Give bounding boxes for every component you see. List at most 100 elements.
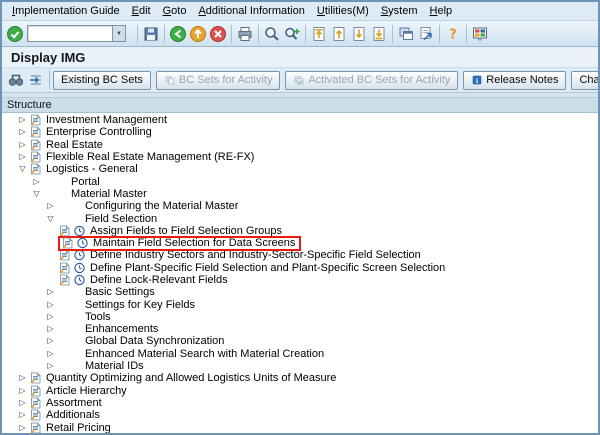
menu-utilities-m[interactable]: Utilities(M) (311, 5, 375, 17)
tree-item-settings-for-key-fields[interactable]: ▷ Settings for Key Fields (2, 298, 598, 311)
svg-text:i: i (476, 76, 478, 85)
tree-item-tools[interactable]: ▷ Tools (2, 311, 598, 323)
tree-item-global-data-synchronization[interactable]: ▷ Global Data Synchronization (2, 335, 598, 347)
tree-item-define-plant-specific-field-selection-and-plant-specific-screen-selection[interactable]: Define Plant-Specific Field Selection an… (2, 262, 598, 274)
tree-item-label: Enhanced Material Search with Material C… (85, 347, 325, 360)
menu-goto[interactable]: Goto (157, 5, 193, 17)
save-button[interactable] (141, 24, 161, 44)
system-toolbar: ▼ ? (2, 21, 598, 47)
tree-item-retail-pricing[interactable]: ▷ Retail Pricing (2, 421, 598, 433)
bc-sets-for-activity-button[interactable]: BC Sets for Activity (155, 70, 281, 90)
expand-arrow-icon[interactable]: ▷ (16, 151, 29, 163)
doc-icon (61, 237, 74, 249)
system-toolbar-icons: ? (134, 24, 490, 44)
tree-item-content: Article Hierarchy (29, 385, 129, 397)
position-button[interactable] (26, 70, 46, 90)
tree-item-basic-settings[interactable]: ▷ Basic Settings (2, 286, 598, 298)
find-next-button[interactable] (282, 24, 302, 44)
expand-arrow-icon[interactable]: ▷ (44, 299, 57, 311)
tree-item-enhanced-material-search-with-material-creation[interactable]: ▷ Enhanced Material Search with Material … (2, 348, 598, 360)
expand-arrow-icon[interactable]: ▷ (44, 348, 57, 360)
back-button[interactable] (168, 24, 188, 44)
tree-item-material-master[interactable]: ▽ Material Master (2, 188, 598, 200)
menu-edit[interactable]: Edit (126, 5, 157, 17)
enter-button[interactable] (5, 24, 25, 44)
tree-item-logistics-general[interactable]: ▽ Logistics - General (2, 163, 598, 175)
expand-arrow-icon[interactable]: ▷ (44, 311, 57, 323)
next-page-button[interactable] (349, 24, 369, 44)
tree-item-label: Settings for Key Fields (85, 298, 196, 311)
expand-arrow-icon[interactable]: ▷ (44, 360, 57, 372)
find-next-icon (283, 25, 301, 43)
tree-item-enterprise-controlling[interactable]: ▷ Enterprise Controlling (2, 126, 598, 138)
expand-arrow-icon[interactable]: ▷ (16, 409, 29, 421)
expand-arrow-icon[interactable]: ▷ (30, 176, 43, 188)
cancel-button[interactable] (208, 24, 228, 44)
release-notes-button[interactable]: i Release Notes (463, 70, 567, 90)
change-log-button[interactable]: Change Log (571, 70, 598, 90)
tree-item-assortment[interactable]: ▷ Assortment (2, 397, 598, 409)
command-field-dropdown-icon[interactable]: ▼ (113, 25, 126, 42)
tree-item-label: Investment Management (46, 114, 168, 127)
tree-item-additionals[interactable]: ▷ Additionals (2, 409, 598, 421)
tree-item-maintain-field-selection-for-data-screens[interactable]: Maintain Field Selection for Data Screen… (2, 235, 598, 251)
expand-arrow-icon[interactable]: ▷ (16, 114, 29, 126)
tree-item-quantity-optimizing-and-allowed-logistics-units-of-measure[interactable]: ▷ Quantity Optimizing and Allowed Logisti… (2, 372, 598, 384)
activity-icon (73, 262, 86, 274)
tree-item-investment-management[interactable]: ▷ Investment Management (2, 114, 598, 126)
prev-page-button[interactable] (329, 24, 349, 44)
expand-arrow-icon[interactable]: ▷ (44, 286, 57, 298)
button-label: Release Notes (486, 74, 559, 86)
tree-item-content: Enhancements (57, 323, 160, 335)
menu-implementation-guide[interactable]: Implementation Guide (6, 5, 126, 17)
expand-arrow-icon[interactable]: ▷ (16, 372, 29, 384)
expand-arrow-icon[interactable]: ▷ (44, 323, 57, 335)
command-field[interactable] (27, 25, 113, 42)
tree-item-label: Quantity Optimizing and Allowed Logistic… (46, 372, 337, 385)
tree-item-enhancements[interactable]: ▷ Enhancements (2, 323, 598, 335)
activated-bc-sets-for-activity-button[interactable]: Activated BC Sets for Activity (285, 70, 459, 90)
tree-item-article-hierarchy[interactable]: ▷ Article Hierarchy (2, 385, 598, 397)
find-button[interactable] (262, 24, 282, 44)
expand-arrow-icon[interactable]: ▷ (44, 335, 57, 347)
tree-item-label: Maintain Field Selection for Data Screen… (93, 237, 296, 250)
menu-system[interactable]: System (375, 5, 424, 17)
tree-item-portal[interactable]: ▷ Portal (2, 175, 598, 188)
tree-item-flexible-real-estate-management-re-fx[interactable]: ▷ Flexible Real Estate Management (RE-FX) (2, 151, 598, 163)
expand-arrow-icon[interactable]: ▷ (16, 422, 29, 433)
position-icon (27, 71, 45, 89)
tree-item-define-industry-sectors-and-industry-sector-specific-field-selection[interactable]: Define Industry Sectors and Industry-Sec… (2, 249, 598, 261)
customize-button[interactable] (470, 24, 490, 44)
collapse-arrow-icon[interactable]: ▽ (44, 213, 57, 225)
last-page-button[interactable] (369, 24, 389, 44)
tree-item-material-ids[interactable]: ▷ Material IDs (2, 360, 598, 372)
expand-arrow-icon[interactable]: ▷ (16, 397, 29, 409)
tree-item-label: Material Master (71, 187, 147, 200)
help-button[interactable]: ? (443, 24, 463, 44)
menu-help[interactable]: Help (424, 5, 459, 17)
tree-item-content: Settings for Key Fields (57, 299, 197, 311)
tree-item-real-estate[interactable]: ▷ Real Estate (2, 139, 598, 151)
tree-item-define-lock-relevant-fields[interactable]: Define Lock-Relevant Fields (2, 274, 598, 286)
collapse-arrow-icon[interactable]: ▽ (30, 188, 43, 200)
doc-icon (29, 163, 42, 175)
shortcut-button[interactable] (416, 24, 436, 44)
tree-item-label: Enterprise Controlling (46, 126, 152, 139)
new-session-button[interactable] (396, 24, 416, 44)
tree-item-field-selection[interactable]: ▽ Field Selection (2, 212, 598, 225)
tree-item-content: Investment Management (29, 114, 169, 126)
expand-arrow-icon[interactable]: ▷ (16, 385, 29, 397)
expand-arrow-icon[interactable]: ▷ (16, 139, 29, 151)
tree-item-configuring-the-material-master[interactable]: ▷ Configuring the Material Master (2, 200, 598, 212)
existing-bc-sets-button[interactable]: Existing BC Sets (53, 70, 151, 90)
collapse-arrow-icon[interactable]: ▽ (16, 163, 29, 175)
print-button[interactable] (235, 24, 255, 44)
exit-button[interactable] (188, 24, 208, 44)
tree-item-content: Define Lock-Relevant Fields (58, 274, 230, 286)
expand-arrow-icon[interactable]: ▷ (16, 126, 29, 138)
expand-arrow-icon[interactable]: ▷ (44, 200, 57, 212)
menu-additional-information[interactable]: Additional Information (192, 5, 310, 17)
binoculars-button[interactable] (6, 70, 26, 90)
doc-icon (29, 422, 42, 433)
first-page-button[interactable] (309, 24, 329, 44)
